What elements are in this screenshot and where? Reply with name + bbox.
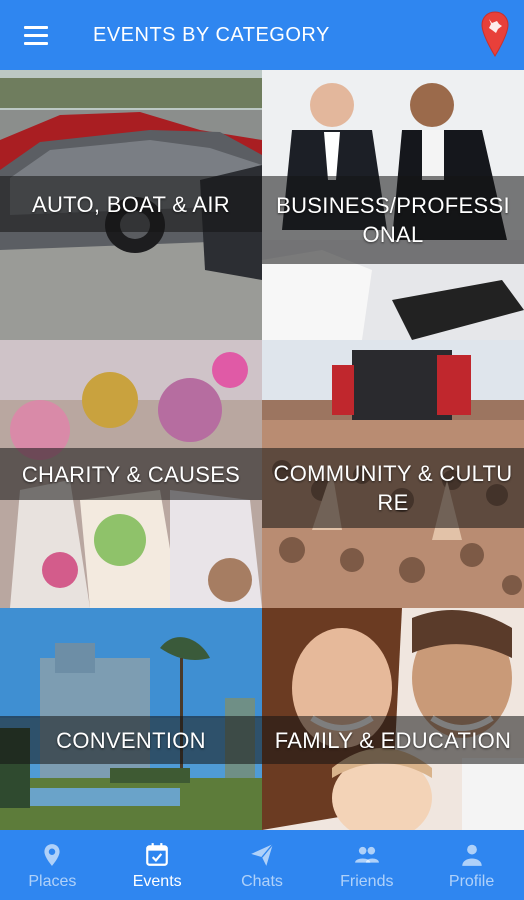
calendar-icon xyxy=(146,843,169,866)
category-grid: AUTO, BOAT & AIR BUSINESS/PROFESSIONAL C… xyxy=(0,70,524,830)
nav-places[interactable]: Places xyxy=(0,830,105,900)
category-label: CHARITY & CAUSES xyxy=(21,461,241,487)
category-tile-auto[interactable]: AUTO, BOAT & AIR xyxy=(0,70,262,340)
category-band: COMMUNITY & CULTURE xyxy=(262,448,524,528)
paper-plane-icon xyxy=(251,843,274,866)
person-icon xyxy=(461,844,482,866)
category-label: BUSINESS/PROFESSIONAL xyxy=(276,193,510,247)
category-tile-convention[interactable]: CONVENTION xyxy=(0,608,262,830)
category-band: FAMILY & EDUCATION xyxy=(262,716,524,764)
bottom-navigation: Places Events Chats Friends Profile xyxy=(0,830,524,900)
category-tile-charity[interactable]: CHARITY & CAUSES xyxy=(0,340,262,608)
nav-label: Events xyxy=(132,873,182,890)
nav-events[interactable]: Events xyxy=(105,830,210,900)
state-map-pin-icon[interactable] xyxy=(480,10,510,58)
category-band: CONVENTION xyxy=(0,716,262,764)
map-pin-icon xyxy=(44,844,60,866)
category-band: CHARITY & CAUSES xyxy=(0,448,262,500)
category-band: AUTO, BOAT & AIR xyxy=(0,176,262,232)
nav-chats[interactable]: Chats xyxy=(210,830,315,900)
people-icon xyxy=(354,846,379,863)
category-label: COMMUNITY & CULTURE xyxy=(273,461,513,515)
category-tile-business[interactable]: BUSINESS/PROFESSIONAL xyxy=(262,70,524,340)
nav-label: Chats xyxy=(241,873,283,890)
category-tile-family[interactable]: FAMILY & EDUCATION xyxy=(262,608,524,830)
app-bar: EVENTS BY CATEGORY xyxy=(0,0,524,70)
nav-profile[interactable]: Profile xyxy=(419,830,524,900)
menu-button[interactable] xyxy=(22,22,50,48)
category-label: CONVENTION xyxy=(56,727,206,753)
nav-label: Profile xyxy=(448,873,495,890)
page-title: EVENTS BY CATEGORY xyxy=(93,24,330,46)
nav-friends[interactable]: Friends xyxy=(314,830,419,900)
category-tile-community[interactable]: COMMUNITY & CULTURE xyxy=(262,340,524,608)
nav-label: Places xyxy=(28,873,77,890)
category-label: AUTO, BOAT & AIR xyxy=(32,191,230,217)
nav-label: Friends xyxy=(340,873,394,890)
category-label: FAMILY & EDUCATION xyxy=(274,727,512,753)
hamburger-menu-icon xyxy=(24,26,48,29)
category-band: BUSINESS/PROFESSIONAL xyxy=(262,176,524,264)
